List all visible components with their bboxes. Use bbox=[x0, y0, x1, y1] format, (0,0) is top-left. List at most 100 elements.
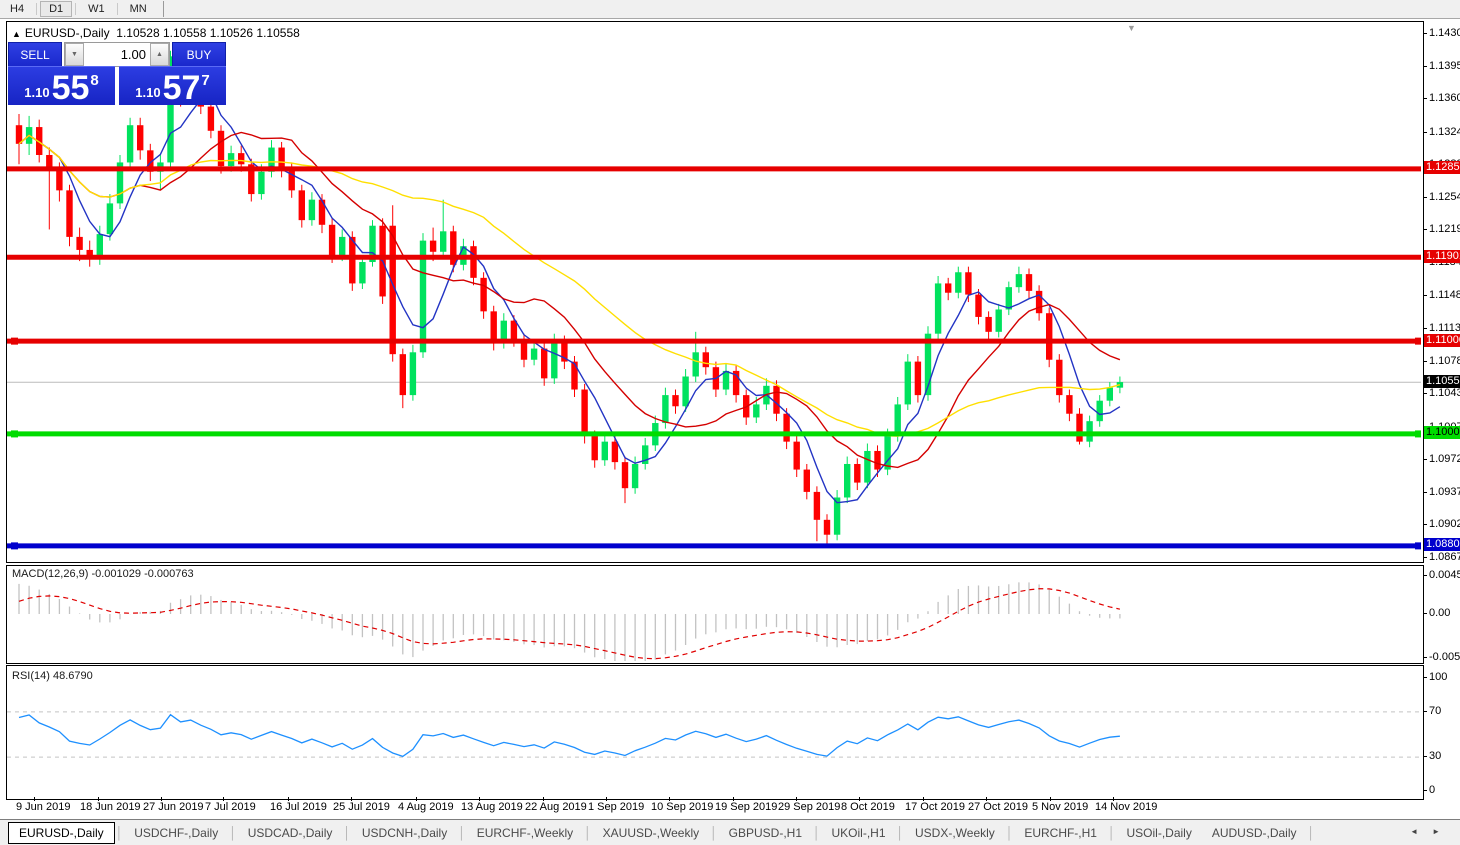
rsi-canvas[interactable] bbox=[7, 666, 1421, 797]
date-tick-label: 27 Oct 2019 bbox=[968, 801, 1028, 813]
price-tick-dash bbox=[1423, 361, 1427, 362]
date-tick-label: 18 Jun 2019 bbox=[80, 801, 141, 813]
macd-canvas[interactable] bbox=[7, 566, 1421, 661]
tab-scroll-arrows[interactable]: ◄► bbox=[1410, 827, 1454, 836]
rsi-tick-label: 0 bbox=[1429, 784, 1435, 796]
price-tick-dash bbox=[1423, 524, 1427, 525]
tab-separator: │ bbox=[1107, 826, 1117, 840]
tab-usoil-daily[interactable]: USOil-,Daily bbox=[1116, 823, 1201, 843]
tab-eurchf-weekly[interactable]: EURCHF-,Weekly bbox=[467, 823, 583, 843]
price-tick-dash bbox=[1423, 492, 1427, 493]
buy-button[interactable]: BUY bbox=[172, 42, 226, 67]
price-tick-dash bbox=[1423, 98, 1427, 99]
price-tick-dash bbox=[1423, 229, 1427, 230]
rsi-tick-dash bbox=[1423, 756, 1427, 757]
sell-price-display[interactable]: 1.10 55 8 bbox=[8, 66, 115, 105]
tab-usdx-weekly[interactable]: USDX-,Weekly bbox=[905, 823, 1005, 843]
chart-tab-bar: EURUSD-,Daily│USDCHF-,Daily│USDCAD-,Dail… bbox=[0, 819, 1460, 845]
price-tick-dash bbox=[1423, 66, 1427, 67]
toolbar-separator bbox=[36, 3, 37, 15]
date-tick-label: 19 Sep 2019 bbox=[715, 801, 777, 813]
tab-eurchf-h1[interactable]: EURCHF-,H1 bbox=[1014, 823, 1107, 843]
tab-separator: │ bbox=[457, 826, 467, 840]
macd-tick-label: 0.004536 bbox=[1429, 569, 1460, 581]
timeframe-button-mn[interactable]: MN bbox=[121, 1, 156, 17]
price-tick-dash bbox=[1423, 295, 1427, 296]
sell-button[interactable]: SELL bbox=[8, 42, 62, 67]
price-tick-dash bbox=[1423, 328, 1427, 329]
tab-xauusd-weekly[interactable]: XAUUSD-,Weekly bbox=[593, 823, 709, 843]
timeframe-button-d1[interactable]: D1 bbox=[40, 1, 72, 17]
toolbar-separator bbox=[75, 3, 76, 15]
price-line-badge: 1.11901 bbox=[1424, 250, 1460, 263]
timeframe-toolbar: H4 D1 W1 MN bbox=[0, 0, 1460, 19]
date-tick-label: 13 Aug 2019 bbox=[461, 801, 523, 813]
tab-separator: │ bbox=[342, 826, 352, 840]
macd-tick-dash bbox=[1423, 575, 1427, 576]
rsi-pane[interactable] bbox=[6, 665, 1424, 800]
tab-audusd-daily[interactable]: AUDUSD-,Daily bbox=[1202, 823, 1307, 843]
tab-usdcnh-daily[interactable]: USDCNH-,Daily bbox=[352, 823, 457, 843]
macd-tick-label: 0.00 bbox=[1429, 607, 1450, 619]
date-tick-label: 7 Jul 2019 bbox=[205, 801, 256, 813]
chart-title: EURUSD-,Daily bbox=[25, 26, 110, 40]
price-tick-dash bbox=[1423, 557, 1427, 558]
one-click-trading-panel: SELL ▼ ▲ BUY 1.10 55 8 1.10 57 7 bbox=[8, 42, 226, 105]
macd-tick-label: -0.00520 bbox=[1429, 651, 1460, 663]
price-tick-dash bbox=[1423, 33, 1427, 34]
date-tick-label: 22 Aug 2019 bbox=[525, 801, 587, 813]
tab-separator: │ bbox=[709, 826, 719, 840]
price-tick-dash bbox=[1423, 132, 1427, 133]
price-tick-dash bbox=[1423, 197, 1427, 198]
volume-decrease-button[interactable]: ▼ bbox=[65, 43, 84, 66]
date-tick-label: 16 Jul 2019 bbox=[270, 801, 327, 813]
tab-gbpusd-h1[interactable]: GBPUSD-,H1 bbox=[719, 823, 812, 843]
buy-price-display[interactable]: 1.10 57 7 bbox=[119, 66, 226, 105]
price-line-badge: 1.12851 bbox=[1424, 161, 1460, 174]
buy-price-big: 57 bbox=[163, 73, 201, 103]
volume-increase-button[interactable]: ▲ bbox=[150, 43, 169, 66]
tab-usdcad-daily[interactable]: USDCAD-,Daily bbox=[238, 823, 343, 843]
rsi-tick-label: 30 bbox=[1429, 750, 1441, 762]
rsi-tick-dash bbox=[1423, 711, 1427, 712]
price-tick-label: 1.10780 bbox=[1429, 355, 1460, 367]
price-tick-label: 1.09020 bbox=[1429, 518, 1460, 530]
tab-separator: │ bbox=[1005, 826, 1015, 840]
price-tick-label: 1.11480 bbox=[1429, 289, 1460, 301]
current-price-badge: 1.10558 bbox=[1424, 375, 1460, 388]
date-tick-label: 10 Sep 2019 bbox=[651, 801, 713, 813]
price-tick-label: 1.10430 bbox=[1429, 387, 1460, 399]
rsi-tick-label: 100 bbox=[1429, 671, 1447, 683]
toolbar-separator bbox=[163, 1, 164, 17]
macd-tick-dash bbox=[1423, 613, 1427, 614]
price-tick-label: 1.09370 bbox=[1429, 486, 1460, 498]
price-tick-label: 1.09720 bbox=[1429, 453, 1460, 465]
rsi-tick-label: 70 bbox=[1429, 705, 1441, 717]
tab-usdchf-daily[interactable]: USDCHF-,Daily bbox=[124, 823, 228, 843]
price-tick-label: 1.13240 bbox=[1429, 126, 1460, 138]
tab-ukoil-h1[interactable]: UKOil-,H1 bbox=[822, 823, 896, 843]
volume-control: ▼ ▲ bbox=[64, 42, 170, 67]
price-tick-dash bbox=[1423, 393, 1427, 394]
timeframe-button-w1[interactable]: W1 bbox=[79, 1, 114, 17]
price-tick-label: 1.11130 bbox=[1429, 322, 1460, 334]
price-tick-label: 1.12190 bbox=[1429, 223, 1460, 235]
collapse-panel-icon[interactable]: ▲ bbox=[12, 29, 21, 39]
date-tick-label: 14 Nov 2019 bbox=[1095, 801, 1157, 813]
date-tick-label: 29 Sep 2019 bbox=[778, 801, 840, 813]
sell-price-prefix: 1.10 bbox=[24, 85, 49, 100]
price-line-badge: 1.10003 bbox=[1424, 426, 1460, 439]
date-tick-label: 9 Jun 2019 bbox=[16, 801, 70, 813]
price-tick-label: 1.12540 bbox=[1429, 191, 1460, 203]
date-tick-label: 17 Oct 2019 bbox=[905, 801, 965, 813]
tab-separator: │ bbox=[896, 826, 906, 840]
price-axis[interactable] bbox=[1424, 21, 1460, 817]
tab-eurusd-daily[interactable]: EURUSD-,Daily bbox=[8, 822, 115, 844]
price-line-badge: 1.08800 bbox=[1424, 538, 1460, 551]
rsi-label: RSI(14) 48.6790 bbox=[12, 670, 93, 682]
macd-pane[interactable] bbox=[6, 565, 1424, 664]
timeframe-button-h4[interactable]: H4 bbox=[1, 1, 33, 17]
volume-input[interactable] bbox=[84, 43, 150, 66]
macd-label: MACD(12,26,9) -0.001029 -0.000763 bbox=[12, 568, 194, 580]
sell-price-pip: 8 bbox=[90, 72, 98, 89]
